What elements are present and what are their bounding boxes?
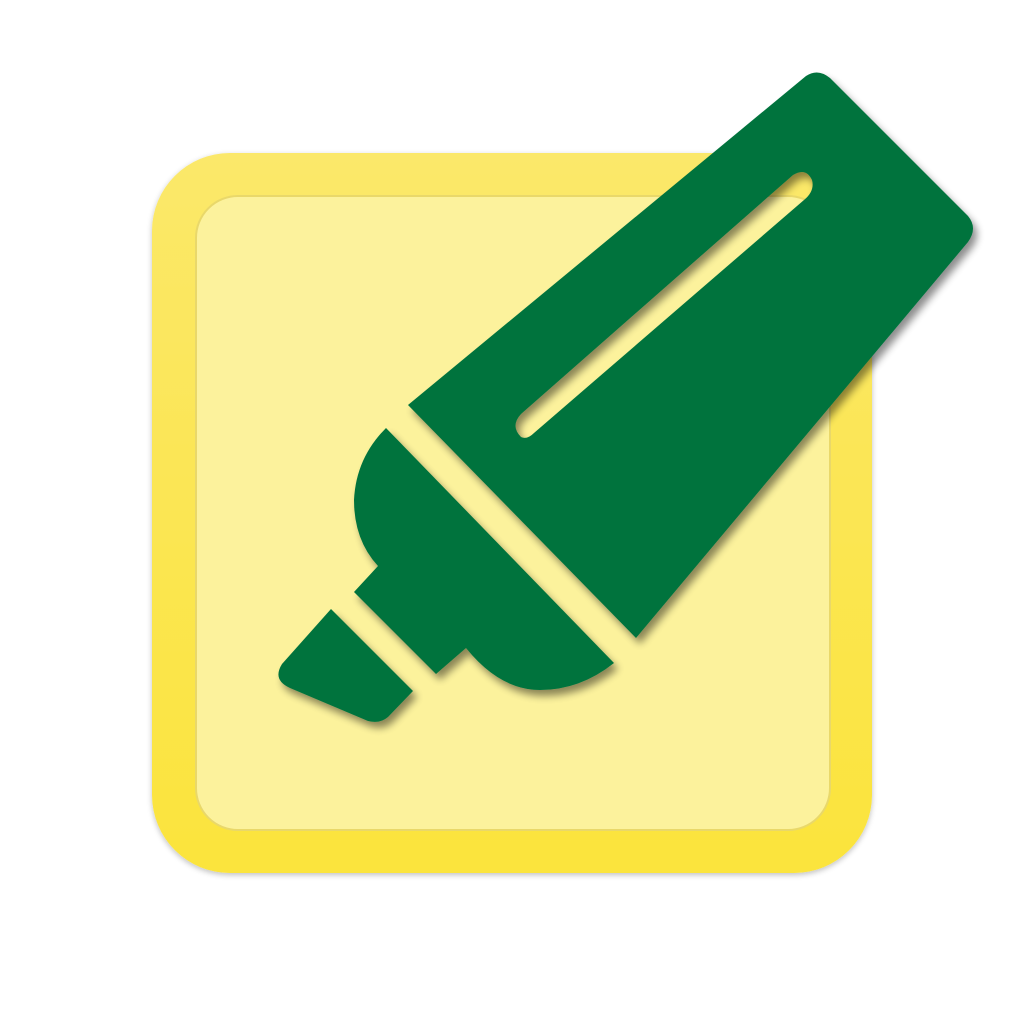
app-icon-canvas xyxy=(0,0,1024,1024)
highlighter-note-icon xyxy=(152,72,973,873)
